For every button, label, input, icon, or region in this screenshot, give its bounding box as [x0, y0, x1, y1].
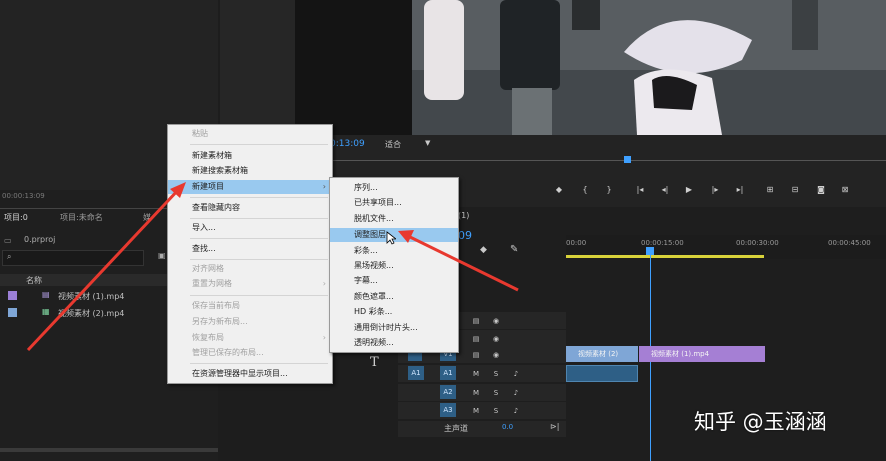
red-arrow-2	[407, 234, 519, 292]
watermark: 知乎 @玉涵涵	[694, 410, 827, 434]
red-arrow-1	[26, 186, 182, 352]
annotation-arrows	[26, 182, 519, 352]
